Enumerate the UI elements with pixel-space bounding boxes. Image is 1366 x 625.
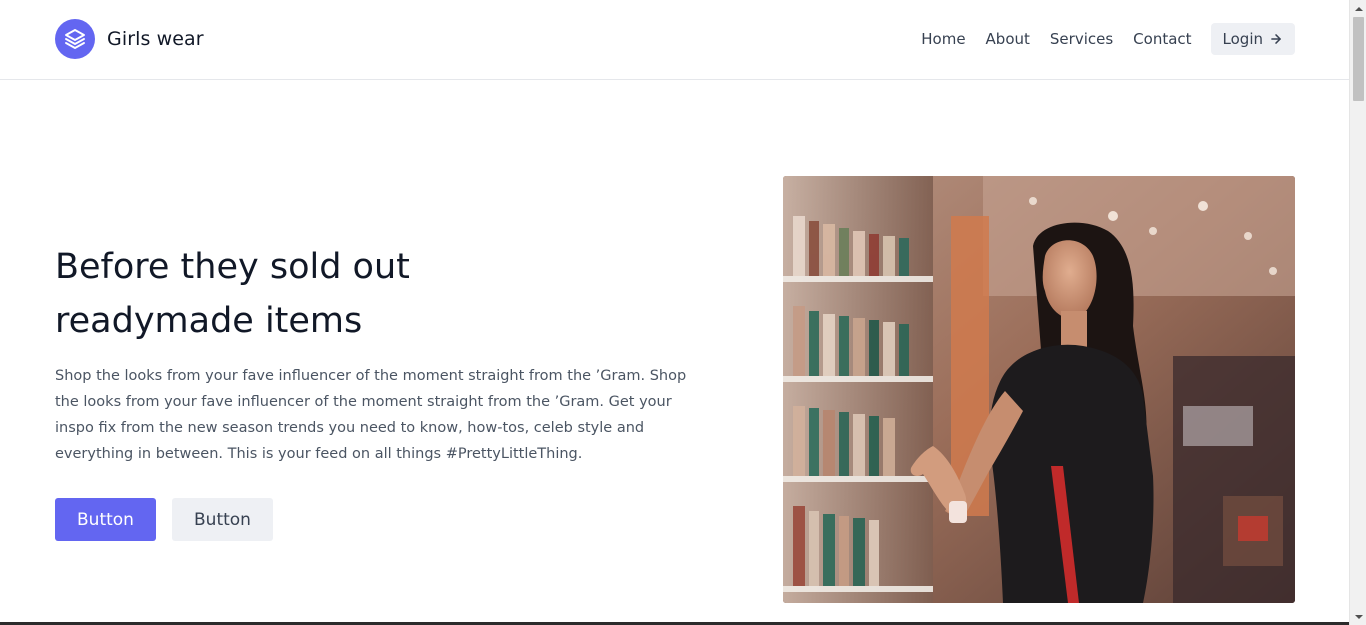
nav-services[interactable]: Services xyxy=(1050,30,1113,48)
brand[interactable]: Girls wear xyxy=(55,19,204,59)
nav-contact[interactable]: Contact xyxy=(1133,30,1191,48)
hero-title-line-1: Before they sold out xyxy=(55,247,410,287)
scroll-up-arrow-icon[interactable] xyxy=(1350,0,1366,17)
shopping-woman-photo xyxy=(783,176,1295,603)
hero-description: Shop the looks from your fave influencer… xyxy=(55,368,687,462)
brand-name: Girls wear xyxy=(107,28,204,50)
primary-button[interactable]: Button xyxy=(55,498,156,541)
hero-image xyxy=(783,176,1295,603)
login-label: Login xyxy=(1222,30,1263,48)
stack-layers-icon xyxy=(55,19,95,59)
scroll-down-arrow-icon[interactable] xyxy=(1350,608,1366,625)
hero-buttons: Button Button xyxy=(55,498,273,541)
hero-title-line-2: readymade items xyxy=(55,301,363,341)
secondary-button[interactable]: Button xyxy=(172,498,273,541)
nav-about[interactable]: About xyxy=(986,30,1030,48)
arrow-right-icon xyxy=(1269,32,1283,46)
hero-title: Before they sold out readymade items xyxy=(55,240,655,348)
main-nav: Home About Services Contact Login xyxy=(901,23,1295,55)
page: Girls wear Home About Services Contact L… xyxy=(0,0,1349,625)
vertical-scrollbar[interactable] xyxy=(1349,0,1366,625)
scrollbar-thumb[interactable] xyxy=(1353,17,1364,101)
site-header: Girls wear Home About Services Contact L… xyxy=(0,0,1349,80)
nav-home[interactable]: Home xyxy=(921,30,965,48)
login-button[interactable]: Login xyxy=(1210,23,1295,55)
